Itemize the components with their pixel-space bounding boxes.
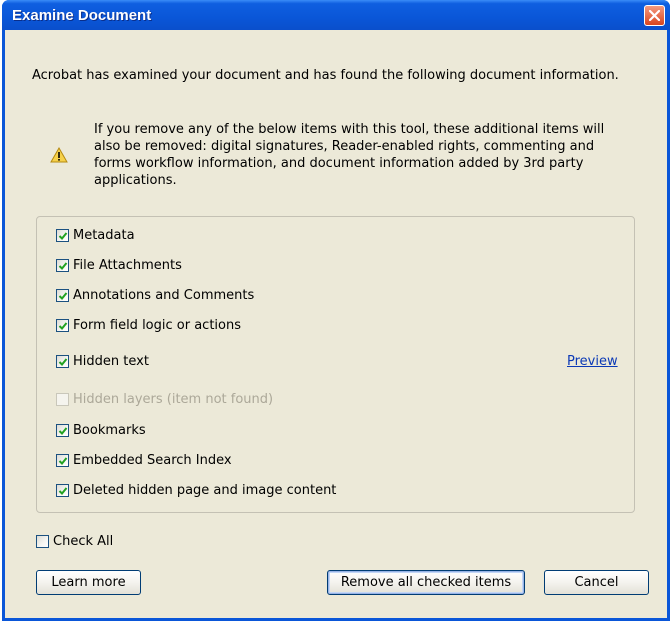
checkbox-row-hidden-layers: Hidden layers (item not found) [56, 391, 273, 407]
checkbox-row-bookmarks[interactable]: Bookmarks [56, 422, 146, 438]
checkbox[interactable] [56, 288, 69, 302]
checkbox[interactable] [56, 258, 69, 272]
preview-link[interactable]: Preview [567, 354, 618, 369]
checkbox[interactable] [56, 318, 69, 332]
check-all-label: Check All [53, 533, 114, 549]
checkbox[interactable] [56, 423, 69, 437]
checkmark-icon [58, 291, 68, 300]
checkbox-label: Bookmarks [73, 422, 146, 438]
checkbox-row-deleted-content[interactable]: Deleted hidden page and image content [56, 482, 336, 498]
checkbox-label: File Attachments [73, 257, 182, 273]
checkbox[interactable] [56, 228, 69, 242]
checkbox[interactable] [56, 453, 69, 467]
checkbox-row-metadata[interactable]: Metadata [56, 227, 135, 243]
checkbox-label: Metadata [73, 227, 135, 243]
remove-checked-button[interactable]: Remove all checked items [327, 570, 525, 595]
warning-message: If you remove any of the below items wit… [94, 121, 654, 189]
warning-line: forms workflow information, and document… [94, 156, 584, 171]
warning-line: also be removed: digital signatures, Rea… [94, 139, 595, 154]
checkbox-label: Hidden layers (item not found) [73, 391, 274, 407]
check-all-row[interactable]: Check All [36, 533, 113, 549]
close-button[interactable] [644, 5, 665, 26]
checkbox-row-form-field-logic[interactable]: Form field logic or actions [56, 317, 241, 333]
checkbox-label: Form field logic or actions [73, 317, 241, 333]
checkbox-disabled [56, 392, 69, 406]
warning-icon [50, 147, 68, 163]
checkbox[interactable] [56, 483, 69, 497]
checkbox-label: Deleted hidden page and image content [73, 482, 337, 498]
warning-line: If you remove any of the below items wit… [94, 122, 605, 137]
title-bar[interactable]: Examine Document [2, 0, 670, 30]
checkmark-icon [58, 231, 68, 240]
checkmark-icon [58, 426, 68, 435]
close-icon [649, 10, 660, 21]
intro-text: Acrobat has examined your document and h… [32, 68, 619, 83]
checkbox-row-annotations[interactable]: Annotations and Comments [56, 287, 254, 303]
checkbox-row-file-attachments[interactable]: File Attachments [56, 257, 182, 273]
cancel-button[interactable]: Cancel [544, 570, 649, 595]
warning-line: applications. [94, 173, 177, 188]
checkmark-icon [58, 486, 68, 495]
checkmark-icon [58, 321, 68, 330]
checkmark-icon [58, 456, 68, 465]
checkbox-label: Hidden text [73, 353, 149, 369]
checkmark-icon [58, 357, 68, 366]
checkbox[interactable] [56, 354, 69, 368]
learn-more-button[interactable]: Learn more [36, 570, 141, 595]
checkbox-label: Annotations and Comments [73, 287, 255, 303]
dialog-title: Examine Document [12, 7, 152, 24]
checkbox-row-hidden-text[interactable]: Hidden text [56, 353, 149, 369]
check-all-checkbox[interactable] [36, 534, 49, 548]
checkbox-label: Embedded Search Index [73, 452, 232, 468]
checkbox-row-search-index[interactable]: Embedded Search Index [56, 452, 232, 468]
checkmark-icon [58, 261, 68, 270]
